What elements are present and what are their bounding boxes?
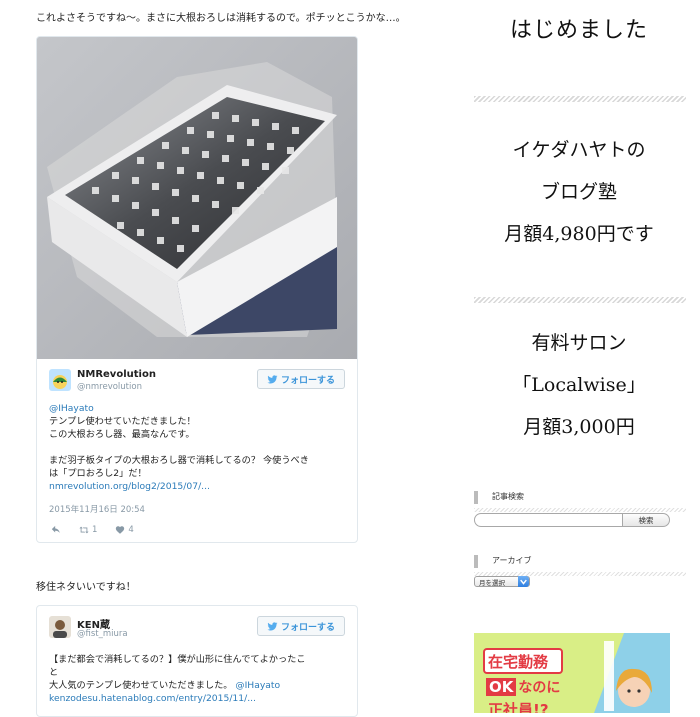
divider (474, 297, 686, 303)
widget-title-underline (474, 508, 686, 512)
chevron-down-icon (518, 576, 529, 587)
widget-title-text: アーカイブ (492, 556, 532, 565)
tweet-text-line: テンプレ使わせていただきました！ (49, 416, 196, 427)
widget-title-marker (474, 555, 478, 568)
intro-paragraph: これよさそうですね〜。まさに大根おろしは消耗するので。ポチッとこうかな…。 (36, 13, 406, 24)
retweet-count: 1 (92, 525, 98, 535)
reply-icon (51, 525, 60, 533)
site-title[interactable]: はじめました (474, 12, 684, 44)
main-content: これよさそうですね〜。まさに大根おろしは消耗するので。ポチッとこうかな…。 NM… (0, 0, 460, 717)
promo-line: 月額3,000円 (523, 416, 635, 438)
blog-school-promo[interactable]: イケダハヤトの ブログ塾 月額4,980円です (474, 129, 684, 255)
tweet-actions: 1 4 (51, 523, 152, 537)
archive-select-label: 月を選択 (479, 578, 505, 587)
banner-line-3: 正社員!? (488, 701, 549, 713)
archive-month-select[interactable]: 月を選択 (474, 576, 530, 587)
banner-line-2: OK なのに (486, 677, 560, 697)
twitter-bird-icon (267, 621, 278, 630)
banner-ok-badge: OK (486, 678, 517, 696)
tweet-author-name[interactable]: NMRevolution (77, 369, 156, 380)
tweet-url-link[interactable]: kenzodesu.hatenablog.com/entry/2015/11/.… (49, 692, 347, 705)
tweet-text-line (49, 441, 347, 454)
embedded-tweet[interactable]: NMRevolution @nmrevolution フォローする @IHaya… (36, 36, 358, 543)
tweet-text: @IHayato テンプレ使わせていただきました！ この大根おろし器、最高なんで… (49, 402, 347, 493)
tweet-text-line: と (49, 667, 59, 678)
retweet-button[interactable]: 1 (79, 525, 97, 535)
follow-button[interactable]: フォローする (257, 369, 345, 389)
follow-button[interactable]: フォローする (257, 616, 345, 636)
tweet-text-line: 大人気のテンプレ使わせていただきました。 @IHayato (49, 679, 347, 692)
promo-line: 月額4,980円です (504, 223, 654, 245)
tweet-text-line: は「プロおろし2」だ！ (49, 468, 147, 479)
follow-button-label: フォローする (280, 622, 335, 633)
tweet-header: KEN蔵 @fist_miura フォローする (49, 616, 345, 646)
between-paragraph: 移住ネタいいですね！ (36, 582, 136, 593)
user-avatar[interactable] (49, 616, 71, 638)
search-input[interactable] (474, 513, 629, 527)
widget-title-text: 記事検索 (492, 492, 524, 501)
archive-widget-title: アーカイブ (474, 555, 686, 576)
search-widget-title: 記事検索 (474, 491, 686, 512)
search-button[interactable]: 検索 (622, 513, 670, 527)
tweet-text-line: この大根おろし器、最高なんです。 (49, 429, 195, 440)
divider (474, 96, 686, 102)
banner-line-1: 在宅勤務 (488, 653, 549, 671)
like-button[interactable]: 4 (115, 525, 134, 535)
tweet-timestamp[interactable]: 2015年11月16日 20:54 (49, 503, 145, 515)
promo-line: 有料サロン (531, 332, 627, 354)
tweet-text-line: まだ羽子板タイプの大根おろし器で消耗してるの？ 今使うべき (49, 455, 309, 466)
user-avatar[interactable] (49, 369, 71, 391)
tweet-url-link[interactable]: nmrevolution.org/blog2/2015/07/... (49, 480, 347, 493)
widget-title-marker (474, 491, 478, 504)
tweet-photo[interactable] (37, 37, 357, 359)
reply-button[interactable] (51, 525, 61, 535)
follow-button-label: フォローする (280, 375, 335, 386)
job-ad-banner[interactable]: 在宅勤務 OK なのに 正社員!? (474, 633, 670, 713)
grater-photo-illustration (37, 37, 357, 359)
tweet-header: NMRevolution @nmrevolution フォローする (49, 369, 345, 399)
tweet-author-handle[interactable]: @fist_miura (77, 629, 128, 639)
twitter-bird-icon (267, 374, 278, 383)
tweet-text-line: 【まだ都会で消耗してるの？】僕が山形に住んでてよかったこ (49, 654, 306, 665)
banner-line-2-text: なのに (518, 680, 561, 696)
embedded-tweet[interactable]: KEN蔵 @fist_miura フォローする 【まだ都会で消耗してるの？】僕が… (36, 605, 358, 717)
retweet-icon (79, 526, 89, 534)
heart-icon (116, 526, 125, 534)
promo-line: ブログ塾 (540, 181, 617, 203)
tweet-mention-link[interactable]: @IHayato (49, 402, 347, 415)
like-count: 4 (128, 525, 134, 535)
salon-promo[interactable]: 有料サロン 「Localwise」 月額3,000円 (474, 322, 684, 448)
tweet-author-handle[interactable]: @nmrevolution (77, 382, 142, 392)
promo-line: 「Localwise」 (512, 374, 646, 396)
tweet-text: 【まだ都会で消耗してるの？】僕が山形に住んでてよかったこ と 大人気のテンプレ使… (49, 653, 347, 705)
tweet-text-fragment: 大人気のテンプレ使わせていただきました。 (49, 680, 233, 691)
tweet-mention-link[interactable]: @IHayato (235, 680, 280, 691)
promo-line: イケダハヤトの (512, 139, 646, 161)
